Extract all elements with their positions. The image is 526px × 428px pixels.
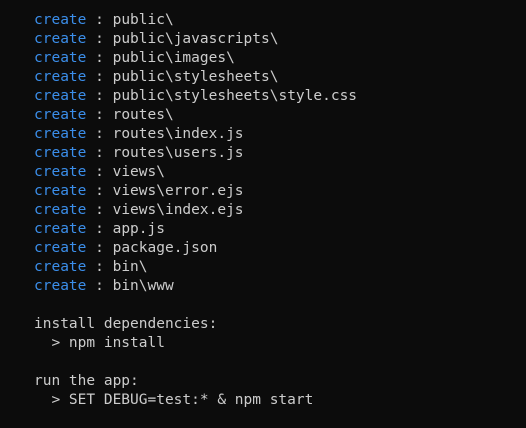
separator: : (86, 240, 113, 256)
created-file-line: create : views\error.ejs (34, 182, 526, 201)
created-file-line: create : routes\index.js (34, 125, 526, 144)
file-path: views\error.ejs (112, 183, 244, 199)
separator: : (86, 50, 113, 66)
run-heading: run the app: (34, 373, 139, 389)
run-command: > SET DEBUG=test:* & npm start (34, 392, 314, 408)
file-path: routes\ (112, 107, 174, 123)
separator: : (86, 126, 113, 142)
separator: : (86, 278, 113, 294)
separator: : (86, 107, 113, 123)
install-heading: install dependencies: (34, 316, 218, 332)
file-path: bin\ (112, 259, 148, 275)
create-keyword: create (34, 259, 87, 275)
separator: : (86, 202, 113, 218)
created-file-line: create : public\images\ (34, 49, 526, 68)
created-file-line: create : routes\users.js (34, 144, 526, 163)
file-path: bin\www (112, 278, 174, 294)
created-file-line: create : routes\ (34, 106, 526, 125)
created-file-line: create : views\ (34, 163, 526, 182)
separator: : (86, 145, 113, 161)
created-file-line: create : public\stylesheets\ (34, 68, 526, 87)
file-path: public\ (112, 12, 174, 28)
file-path: public\stylesheets\style.css (112, 88, 358, 104)
file-path: routes\index.js (112, 126, 244, 142)
create-keyword: create (34, 164, 87, 180)
file-path: views\index.ejs (112, 202, 244, 218)
created-files-list: create : public\ create : public\javascr… (34, 11, 526, 296)
created-file-line: create : bin\www (34, 277, 526, 296)
separator: : (86, 88, 113, 104)
separator: : (86, 12, 113, 28)
create-keyword: create (34, 88, 87, 104)
created-file-line: create : package.json (34, 239, 526, 258)
create-keyword: create (34, 221, 87, 237)
created-file-line: create : app.js (34, 220, 526, 239)
create-keyword: create (34, 50, 87, 66)
create-keyword: create (34, 69, 87, 85)
separator: : (86, 69, 113, 85)
created-file-line: create : views\index.ejs (34, 201, 526, 220)
created-file-line: create : public\stylesheets\style.css (34, 87, 526, 106)
created-file-line: create : public\javascripts\ (34, 30, 526, 49)
terminal-output[interactable]: create : public\ create : public\javascr… (0, 0, 526, 428)
create-keyword: create (34, 240, 87, 256)
separator: : (86, 221, 113, 237)
create-keyword: create (34, 126, 87, 142)
create-keyword: create (34, 107, 87, 123)
file-path: public\stylesheets\ (112, 69, 279, 85)
file-path: public\javascripts\ (112, 31, 279, 47)
file-path: package.json (112, 240, 218, 256)
create-keyword: create (34, 145, 87, 161)
create-keyword: create (34, 278, 87, 294)
created-file-line: create : bin\ (34, 258, 526, 277)
separator: : (86, 259, 113, 275)
file-path: app.js (112, 221, 165, 237)
created-file-line: create : public\ (34, 11, 526, 30)
create-keyword: create (34, 202, 87, 218)
separator: : (86, 31, 113, 47)
create-keyword: create (34, 183, 87, 199)
create-keyword: create (34, 12, 87, 28)
create-keyword: create (34, 31, 87, 47)
separator: : (86, 164, 113, 180)
file-path: views\ (112, 164, 165, 180)
separator: : (86, 183, 113, 199)
file-path: public\images\ (112, 50, 235, 66)
file-path: routes\users.js (112, 145, 244, 161)
install-command: > npm install (34, 335, 165, 351)
